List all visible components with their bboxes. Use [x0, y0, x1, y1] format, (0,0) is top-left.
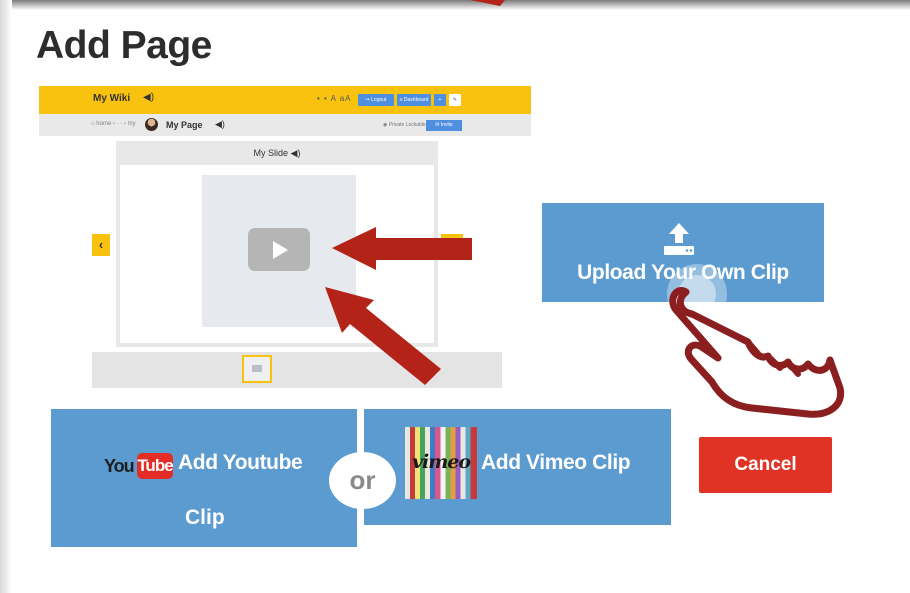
preview-breadcrumb: ⌂ home › · · › my: [91, 121, 136, 127]
preview-invite-button: ✉ Invite: [426, 120, 462, 131]
upload-own-clip-button[interactable]: Upload Your Own Clip: [542, 203, 824, 302]
preview-page-title: My Page: [166, 120, 203, 130]
preview-plus-button: +: [434, 94, 446, 106]
youtube-logo-tube: Tube: [137, 453, 174, 479]
preview-dashboard-button: ≡ Dashboard: [397, 94, 431, 106]
window-top-shadow: [0, 0, 910, 10]
or-separator: or: [329, 452, 396, 509]
preview-private-toggle: ◉ Private Lockable: [383, 122, 426, 128]
play-icon: [248, 228, 310, 271]
youtube-logo-you: You: [104, 456, 135, 476]
pencil-icon: ✎: [449, 94, 461, 106]
wiki-preview: My Wiki ◀) • • A aA ↪ Logout ≡ Dashboard…: [39, 86, 531, 388]
preview-slide-title: My Slide ◀): [116, 148, 438, 159]
upload-icon: [664, 223, 694, 255]
avatar: [145, 118, 158, 131]
youtube-button-label: Add Youtube: [178, 451, 303, 474]
preview-logout-button: ↪ Logout: [358, 94, 394, 106]
preview-page-bar: ⌂ home › · · › my My Page ◀) ◉ Private L…: [39, 114, 531, 136]
add-vimeo-clip-button[interactable]: vimeo Add Vimeo Clip: [364, 409, 671, 525]
chevron-left-icon: ‹: [92, 234, 110, 256]
slide-title-text: My Slide: [253, 148, 289, 158]
cancel-button[interactable]: Cancel: [699, 437, 832, 493]
preview-slide-thumbnail: [242, 355, 272, 383]
page-title: Add Page: [36, 24, 212, 67]
speaker-icon: ◀): [290, 148, 301, 158]
youtube-button-label-line2: Clip: [185, 506, 225, 529]
preview-thumbnail-strip: [92, 352, 502, 388]
speaker-icon: ◀): [143, 92, 155, 103]
chevron-right-icon: ›: [441, 234, 463, 256]
vimeo-button-label: Add Vimeo Clip: [481, 451, 631, 474]
preview-slide-panel: My Slide ◀): [116, 141, 438, 347]
vimeo-logo-text: vimeo: [411, 451, 471, 473]
preview-font-controls: • • A aA: [317, 94, 352, 103]
preview-top-bar: My Wiki ◀) • • A aA ↪ Logout ≡ Dashboard…: [39, 86, 531, 114]
preview-wiki-title: My Wiki: [93, 93, 131, 104]
speaker-icon: ◀): [215, 119, 225, 129]
window-left-edge: [0, 0, 12, 593]
preview-slide-canvas: [120, 165, 434, 343]
preview-video-placeholder: [202, 175, 356, 327]
upload-button-label: Upload Your Own Clip: [577, 261, 789, 284]
add-youtube-clip-button[interactable]: You Tube Add Youtube Clip: [51, 409, 357, 547]
